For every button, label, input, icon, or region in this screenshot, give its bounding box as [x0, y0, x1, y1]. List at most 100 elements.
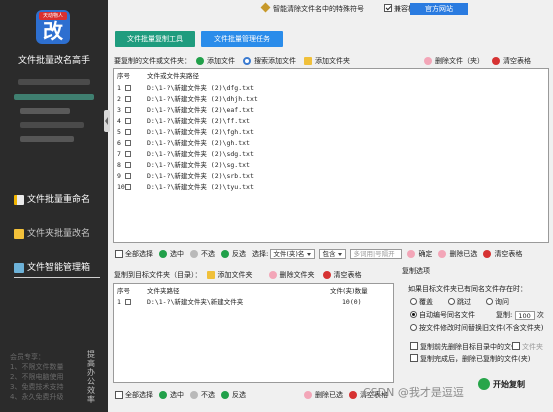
filter-toolbar: 全部选择 选中 不选 反选 选择: 文件(夹)名 包含 多词用|号隔开 确定 删… — [115, 248, 522, 260]
confirm-icon — [407, 250, 416, 258]
check-icon — [159, 250, 167, 258]
delete-selected-button[interactable]: 删除已选 — [304, 390, 343, 400]
search-icon — [243, 57, 251, 65]
col-header-count: 文件(夹)数量 — [330, 287, 368, 295]
row-checkbox[interactable] — [125, 162, 131, 168]
delete-folder-button[interactable]: 删除文件夹 — [268, 270, 315, 280]
invert-label: 反选 — [232, 250, 246, 258]
uncheck-button[interactable]: 不选 — [190, 249, 215, 259]
special-chars-option[interactable]: 智能清除文件名中的特殊符号 — [260, 2, 364, 15]
source-file-list[interactable]: 序号 文件或文件夹路径 1 D:\1-?\新建文件夹 (2)\dfg.txt 2 D… — [113, 68, 549, 243]
row-path: D:\1-?\新建文件夹\新建文件夹 — [147, 298, 244, 306]
field-select[interactable]: 文件(夹)名 — [270, 249, 316, 259]
copy-options: 复制选项 如果目标文件夹已有同名文件存在时： 覆盖 跳过 询问 自动编号同名文件… — [398, 266, 551, 366]
row-path: D:\1-?\新建文件夹 (2)\dfg.txt — [147, 84, 254, 92]
table-row[interactable]: 1 D:\1-?\新建文件夹\新建文件夹 10(0) — [114, 297, 393, 307]
row-checkbox[interactable] — [125, 118, 131, 124]
add-file-button[interactable]: 添加文件 — [196, 56, 235, 66]
delete-before-checkbox[interactable]: 复制前先删除目标目录中的文件 — [410, 342, 518, 352]
sidebar-collapse-button[interactable] — [104, 110, 110, 132]
list-header: 序号 文件夹路径 文件(夹)数量 — [114, 286, 393, 296]
target-folder-list[interactable]: 序号 文件夹路径 文件(夹)数量 1 D:\1-?\新建文件夹\新建文件夹 10… — [113, 283, 394, 383]
radio-icon — [410, 311, 417, 318]
select-all-checkbox[interactable]: 全部选择 — [115, 390, 153, 400]
nav-item-label: 文件批量重命名 — [27, 195, 91, 205]
row-number: 4 — [117, 117, 121, 125]
check-button[interactable]: 选中 — [159, 249, 184, 259]
copies-field: 复制: 100 次 — [496, 310, 544, 320]
row-checkbox[interactable] — [125, 173, 131, 179]
app-logo: 天动物人 改 — [36, 10, 70, 44]
clear-table-button[interactable]: 清空表格 — [322, 270, 362, 280]
match-select[interactable]: 包含 — [319, 249, 347, 259]
delete-before-folder-checkbox[interactable]: 文件夹 — [512, 342, 543, 352]
start-copy-label: 开始复制 — [493, 379, 525, 389]
confirm-button[interactable]: 确定 — [407, 249, 432, 259]
row-checkbox[interactable] — [125, 151, 131, 157]
tab-copy-tool[interactable]: 文件批量复制工具 — [115, 31, 195, 47]
radio-icon — [486, 298, 493, 305]
blurred-text — [20, 136, 74, 142]
member-line: 1、不限文件数量 — [10, 363, 64, 371]
invert-button[interactable]: 反选 — [221, 390, 246, 400]
confirm-label: 确定 — [418, 250, 433, 258]
check-button[interactable]: 选中 — [159, 390, 184, 400]
copies-unit: 次 — [536, 311, 544, 319]
row-path: D:\1-?\新建文件夹 (2)\fgh.txt — [147, 128, 254, 136]
row-checkbox[interactable] — [125, 140, 131, 146]
member-line: 4、永久免费升级 — [10, 393, 64, 401]
auto-rename-label: 自动编号同名文件 — [419, 311, 475, 319]
filter-input[interactable]: 多词用|号隔开 — [350, 249, 403, 259]
uncheck-icon — [190, 391, 198, 399]
source-label: 要复制的文件或文件夹： — [114, 57, 191, 65]
target-label: 复制到目标文件夹（目录）： — [114, 271, 202, 279]
select-all-checkbox[interactable]: 全部选择 — [115, 249, 153, 259]
clear-table-button[interactable]: 清空表格 — [492, 56, 531, 66]
row-checkbox[interactable] — [125, 299, 131, 305]
invert-button[interactable]: 反选 — [221, 249, 246, 259]
add-target-folder-button[interactable]: 添加文件夹 — [206, 270, 253, 280]
eraser-icon — [304, 391, 312, 399]
row-checkbox[interactable] — [125, 85, 131, 91]
row-checkbox[interactable] — [125, 107, 131, 113]
folder-icon — [206, 271, 215, 279]
add-file-label: 添加文件 — [207, 57, 235, 65]
clear-table-button[interactable]: 清空表格 — [483, 249, 522, 259]
delete-selected-button[interactable]: 删除已选 — [438, 249, 477, 259]
delete-after-checkbox[interactable]: 复制完成后，删除已复制的文件(夹) — [410, 354, 530, 364]
source-toolbar: 要复制的文件或文件夹： 添加文件 搜索添加文件 添加文件夹 — [114, 55, 358, 67]
search-add-button[interactable]: 搜索添加文件 — [243, 56, 296, 66]
tab-manage-task[interactable]: 文件批量管理任务 — [201, 31, 283, 47]
checkbox-icon — [410, 354, 418, 362]
radio-skip[interactable]: 跳过 — [448, 297, 471, 307]
nav-item-file-rename[interactable]: 文件批量重命名 — [14, 192, 108, 208]
radio-overwrite[interactable]: 覆盖 — [410, 297, 433, 307]
overwrite-label: 覆盖 — [419, 298, 433, 306]
nav-item-folder-rename[interactable]: 文件夹批量改名 — [14, 226, 108, 242]
check-label: 选中 — [170, 250, 184, 258]
eraser-icon — [438, 250, 447, 258]
row-checkbox[interactable] — [125, 184, 131, 190]
row-checkbox[interactable] — [125, 96, 131, 102]
checkbox-icon — [115, 391, 123, 399]
app-name: 文件批量改名高手 — [17, 56, 90, 66]
invert-label: 反选 — [232, 391, 246, 399]
member-line: 会员专享： — [10, 353, 45, 361]
official-site-button[interactable]: 官方网站 — [410, 3, 468, 15]
row-number: 9 — [117, 172, 121, 180]
col-header-path: 文件夹路径 — [147, 287, 180, 295]
add-folder-button[interactable]: 添加文件夹 — [304, 56, 350, 66]
row-number: 10 — [117, 183, 125, 191]
row-number: 1 — [117, 298, 121, 306]
radio-ask[interactable]: 询问 — [486, 297, 509, 307]
uncheck-label: 不选 — [201, 391, 215, 399]
copies-stepper[interactable]: 100 — [514, 311, 535, 320]
uncheck-button[interactable]: 不选 — [190, 390, 215, 400]
delete-file-button[interactable]: 删除文件（夹） — [424, 56, 484, 66]
radio-auto-rename[interactable]: 自动编号同名文件 — [410, 310, 475, 320]
start-copy-button[interactable]: 开始复制 — [478, 376, 540, 392]
row-checkbox[interactable] — [125, 129, 131, 135]
add-folder-label: 添加文件夹 — [315, 57, 350, 65]
nav-item-smart-manage[interactable]: 文件智能管理箱 — [14, 260, 108, 276]
radio-by-time[interactable]: 按文件修改时间替换旧文件(不含文件夹) — [410, 323, 543, 333]
